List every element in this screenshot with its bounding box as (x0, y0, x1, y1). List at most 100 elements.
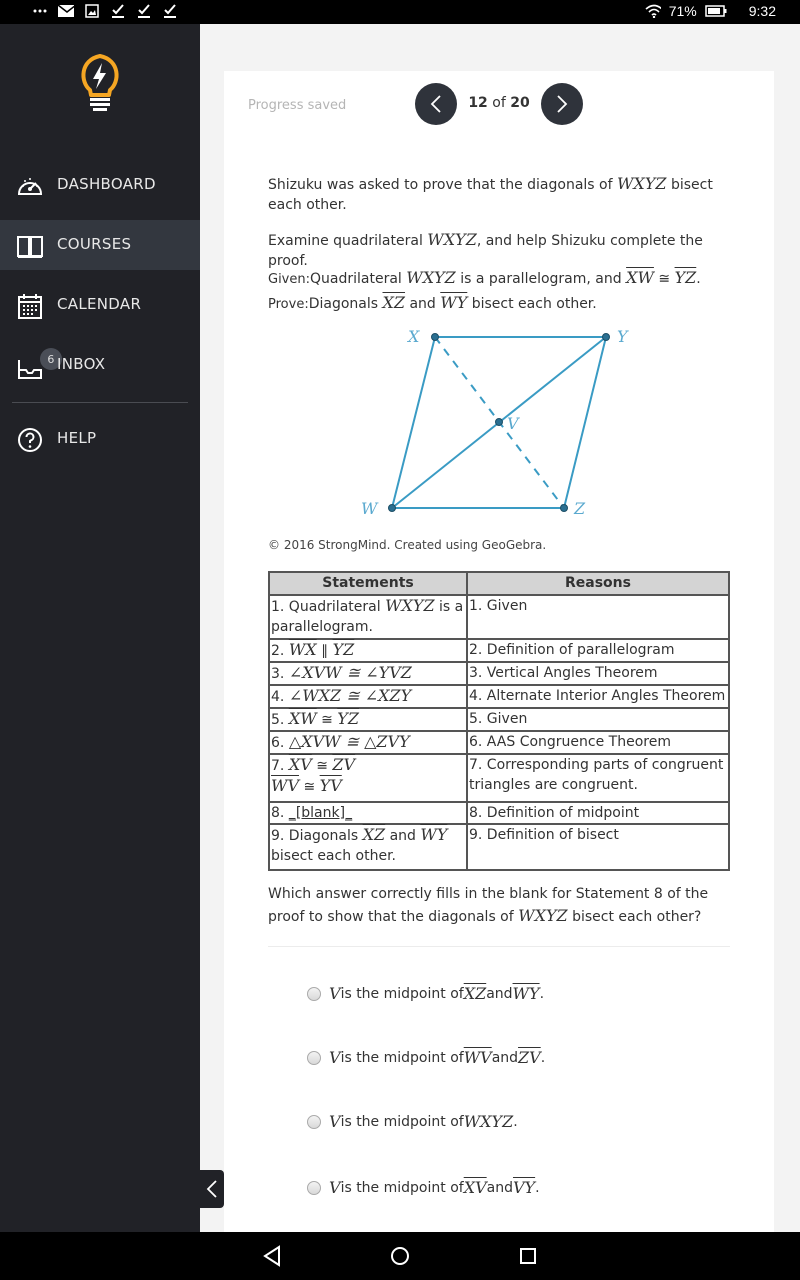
answer-choice-1[interactable]: V is the midpoint of XZ and WY. (307, 984, 544, 1003)
previous-question-button[interactable] (415, 83, 457, 125)
table-row: 7. XV ≅ ZV WV ≅ YV 7. Corresponding parts… (268, 753, 730, 803)
battery-percent: 71% (668, 3, 697, 19)
statement-cell-blank: 8. _[blank]_ (268, 801, 468, 825)
question-examine: Examine quadrilateral WXYZ, and help Shi… (268, 230, 703, 269)
reason-cell: 2. Definition of parallelogram (466, 638, 730, 663)
check-icon (162, 3, 178, 19)
statement-cell: 4. ∠WXZ ≅ ∠XZY (268, 684, 468, 709)
reason-cell: 7. Corresponding parts of congruent tria… (466, 753, 730, 803)
sidebar-item-label: DASHBOARD (57, 175, 156, 193)
mail-icon (58, 3, 74, 19)
point-y (602, 333, 610, 341)
table-row: 2. WX ∥ YZ 2. Definition of parallelogra… (268, 638, 730, 663)
table-row: 3. ∠XVW ≅ ∠YVZ 3. Vertical Angles Theore… (268, 661, 730, 686)
table-row: 9. Diagonals XZ and WY bisect each other… (268, 823, 730, 871)
book-icon (16, 232, 44, 260)
label-y: Y (617, 327, 629, 346)
table-row: 1. Quadrilateral WXYZ is a parallelogram… (268, 594, 730, 640)
column-header-reasons: Reasons (466, 571, 730, 596)
reason-cell: 6. AAS Congruence Theorem (466, 730, 730, 755)
sidebar-item-courses[interactable]: COURSES (0, 220, 200, 270)
clock: 9:32 (748, 3, 776, 19)
label-z: Z (573, 499, 586, 518)
reason-cell: 8. Definition of midpoint (466, 801, 730, 825)
chevron-right-icon (557, 95, 568, 113)
status-bar: 71% 9:32 (0, 0, 800, 24)
reason-cell: 9. Definition of bisect (466, 823, 730, 871)
reason-cell: 1. Given (466, 594, 730, 640)
check-icon (110, 3, 126, 19)
next-question-button[interactable] (541, 83, 583, 125)
statement-cell: 3. ∠XVW ≅ ∠YVZ (268, 661, 468, 686)
battery-icon (705, 3, 727, 19)
question-intro: Shizuku was asked to prove that the diag… (268, 174, 713, 213)
table-row: 4. ∠WXZ ≅ ∠XZY 4. Alternate Interior Ang… (268, 684, 730, 709)
calendar-icon (16, 292, 44, 320)
sidebar-divider (12, 402, 188, 403)
answer-choice-2[interactable]: V is the midpoint of WV and ZV. (307, 1048, 545, 1067)
reason-cell: 3. Vertical Angles Theorem (466, 661, 730, 686)
table-row: 5. XW ≅ YZ 5. Given (268, 707, 730, 732)
label-x: X (406, 327, 420, 346)
more-icon (32, 3, 48, 19)
question-prompt: Which answer correctly fills in the blan… (268, 886, 709, 925)
statement-cell: 9. Diagonals XZ and WY bisect each other… (268, 823, 468, 871)
total-pages: 20 (510, 95, 530, 111)
copyright-text: © 2016 StrongMind. Created using GeoGebr… (268, 538, 547, 552)
label-v: V (507, 414, 520, 433)
help-icon (16, 426, 44, 454)
given-statement: Given:Quadrilateral WXYZ is a parallelog… (268, 268, 701, 287)
answer-choice-4[interactable]: V is the midpoint of XV and VY. (307, 1178, 540, 1197)
back-icon[interactable] (260, 1244, 284, 1268)
radio-button[interactable] (307, 1050, 321, 1065)
parallelogram-diagram: X Y Z W V (361, 327, 629, 518)
home-icon[interactable] (388, 1244, 412, 1268)
progress-status: Progress saved (248, 98, 347, 113)
table-row: 8. _[blank]_ 8. Definition of midpoint (268, 801, 730, 825)
point-v (495, 418, 503, 426)
point-z (560, 504, 568, 512)
page-indicator: 12 of 20 (460, 95, 538, 111)
sidebar-item-label: CALENDAR (57, 295, 142, 313)
recents-icon[interactable] (516, 1244, 540, 1268)
prove-statement: Prove:Diagonals XZ and WY bisect each ot… (268, 293, 597, 312)
page-separator: of (492, 95, 506, 111)
check-icon (136, 3, 152, 19)
table-row: 6. △XVW ≅ △ZVY 6. AAS Congruence Theorem (268, 730, 730, 755)
radio-button[interactable] (307, 1180, 321, 1195)
statement-cell: 7. XV ≅ ZV WV ≅ YV (268, 753, 468, 803)
reason-cell: 5. Given (466, 707, 730, 732)
table-header-row: Statements Reasons (268, 571, 730, 596)
separator (268, 946, 730, 947)
point-x (431, 333, 439, 341)
statement-cell: 1. Quadrilateral WXYZ is a parallelogram… (268, 594, 468, 640)
sidebar-item-label: HELP (57, 429, 97, 447)
proof-table: Statements Reasons 1. Quadrilateral WXYZ… (268, 571, 730, 871)
sidebar-item-dashboard[interactable]: DASHBOARD (0, 160, 200, 210)
label-w: W (361, 499, 379, 518)
wifi-icon (645, 3, 661, 19)
point-w (388, 504, 396, 512)
statement-cell: 2. WX ∥ YZ (268, 638, 468, 663)
reason-cell: 4. Alternate Interior Angles Theorem (466, 684, 730, 709)
image-icon (84, 3, 100, 19)
lightbulb-logo-icon[interactable] (78, 52, 122, 114)
sidebar-item-help[interactable]: HELP (0, 414, 200, 464)
inbox-icon: 6 (16, 348, 62, 380)
sidebar-item-label: COURSES (57, 235, 132, 253)
radio-button[interactable] (307, 986, 321, 1001)
sidebar-item-calendar[interactable]: CALENDAR (0, 280, 200, 330)
collapse-sidebar-button[interactable] (200, 1170, 224, 1208)
sidebar-item-inbox[interactable]: 6 INBOX (0, 340, 200, 390)
sidebar: DASHBOARD COURSES CALENDAR 6 INBOX HELP (0, 24, 200, 1232)
answer-choice-3[interactable]: V is the midpoint of WXYZ. (307, 1112, 518, 1131)
column-header-statements: Statements (268, 571, 468, 596)
radio-button[interactable] (307, 1114, 321, 1129)
sidebar-item-label: INBOX (57, 355, 106, 373)
system-navigation-bar (0, 1232, 800, 1280)
speedometer-icon (16, 172, 44, 200)
statement-cell: 6. △XVW ≅ △ZVY (268, 730, 468, 755)
current-page: 12 (468, 95, 488, 111)
statement-cell: 5. XW ≅ YZ (268, 707, 468, 732)
chevron-left-icon (206, 1180, 217, 1198)
